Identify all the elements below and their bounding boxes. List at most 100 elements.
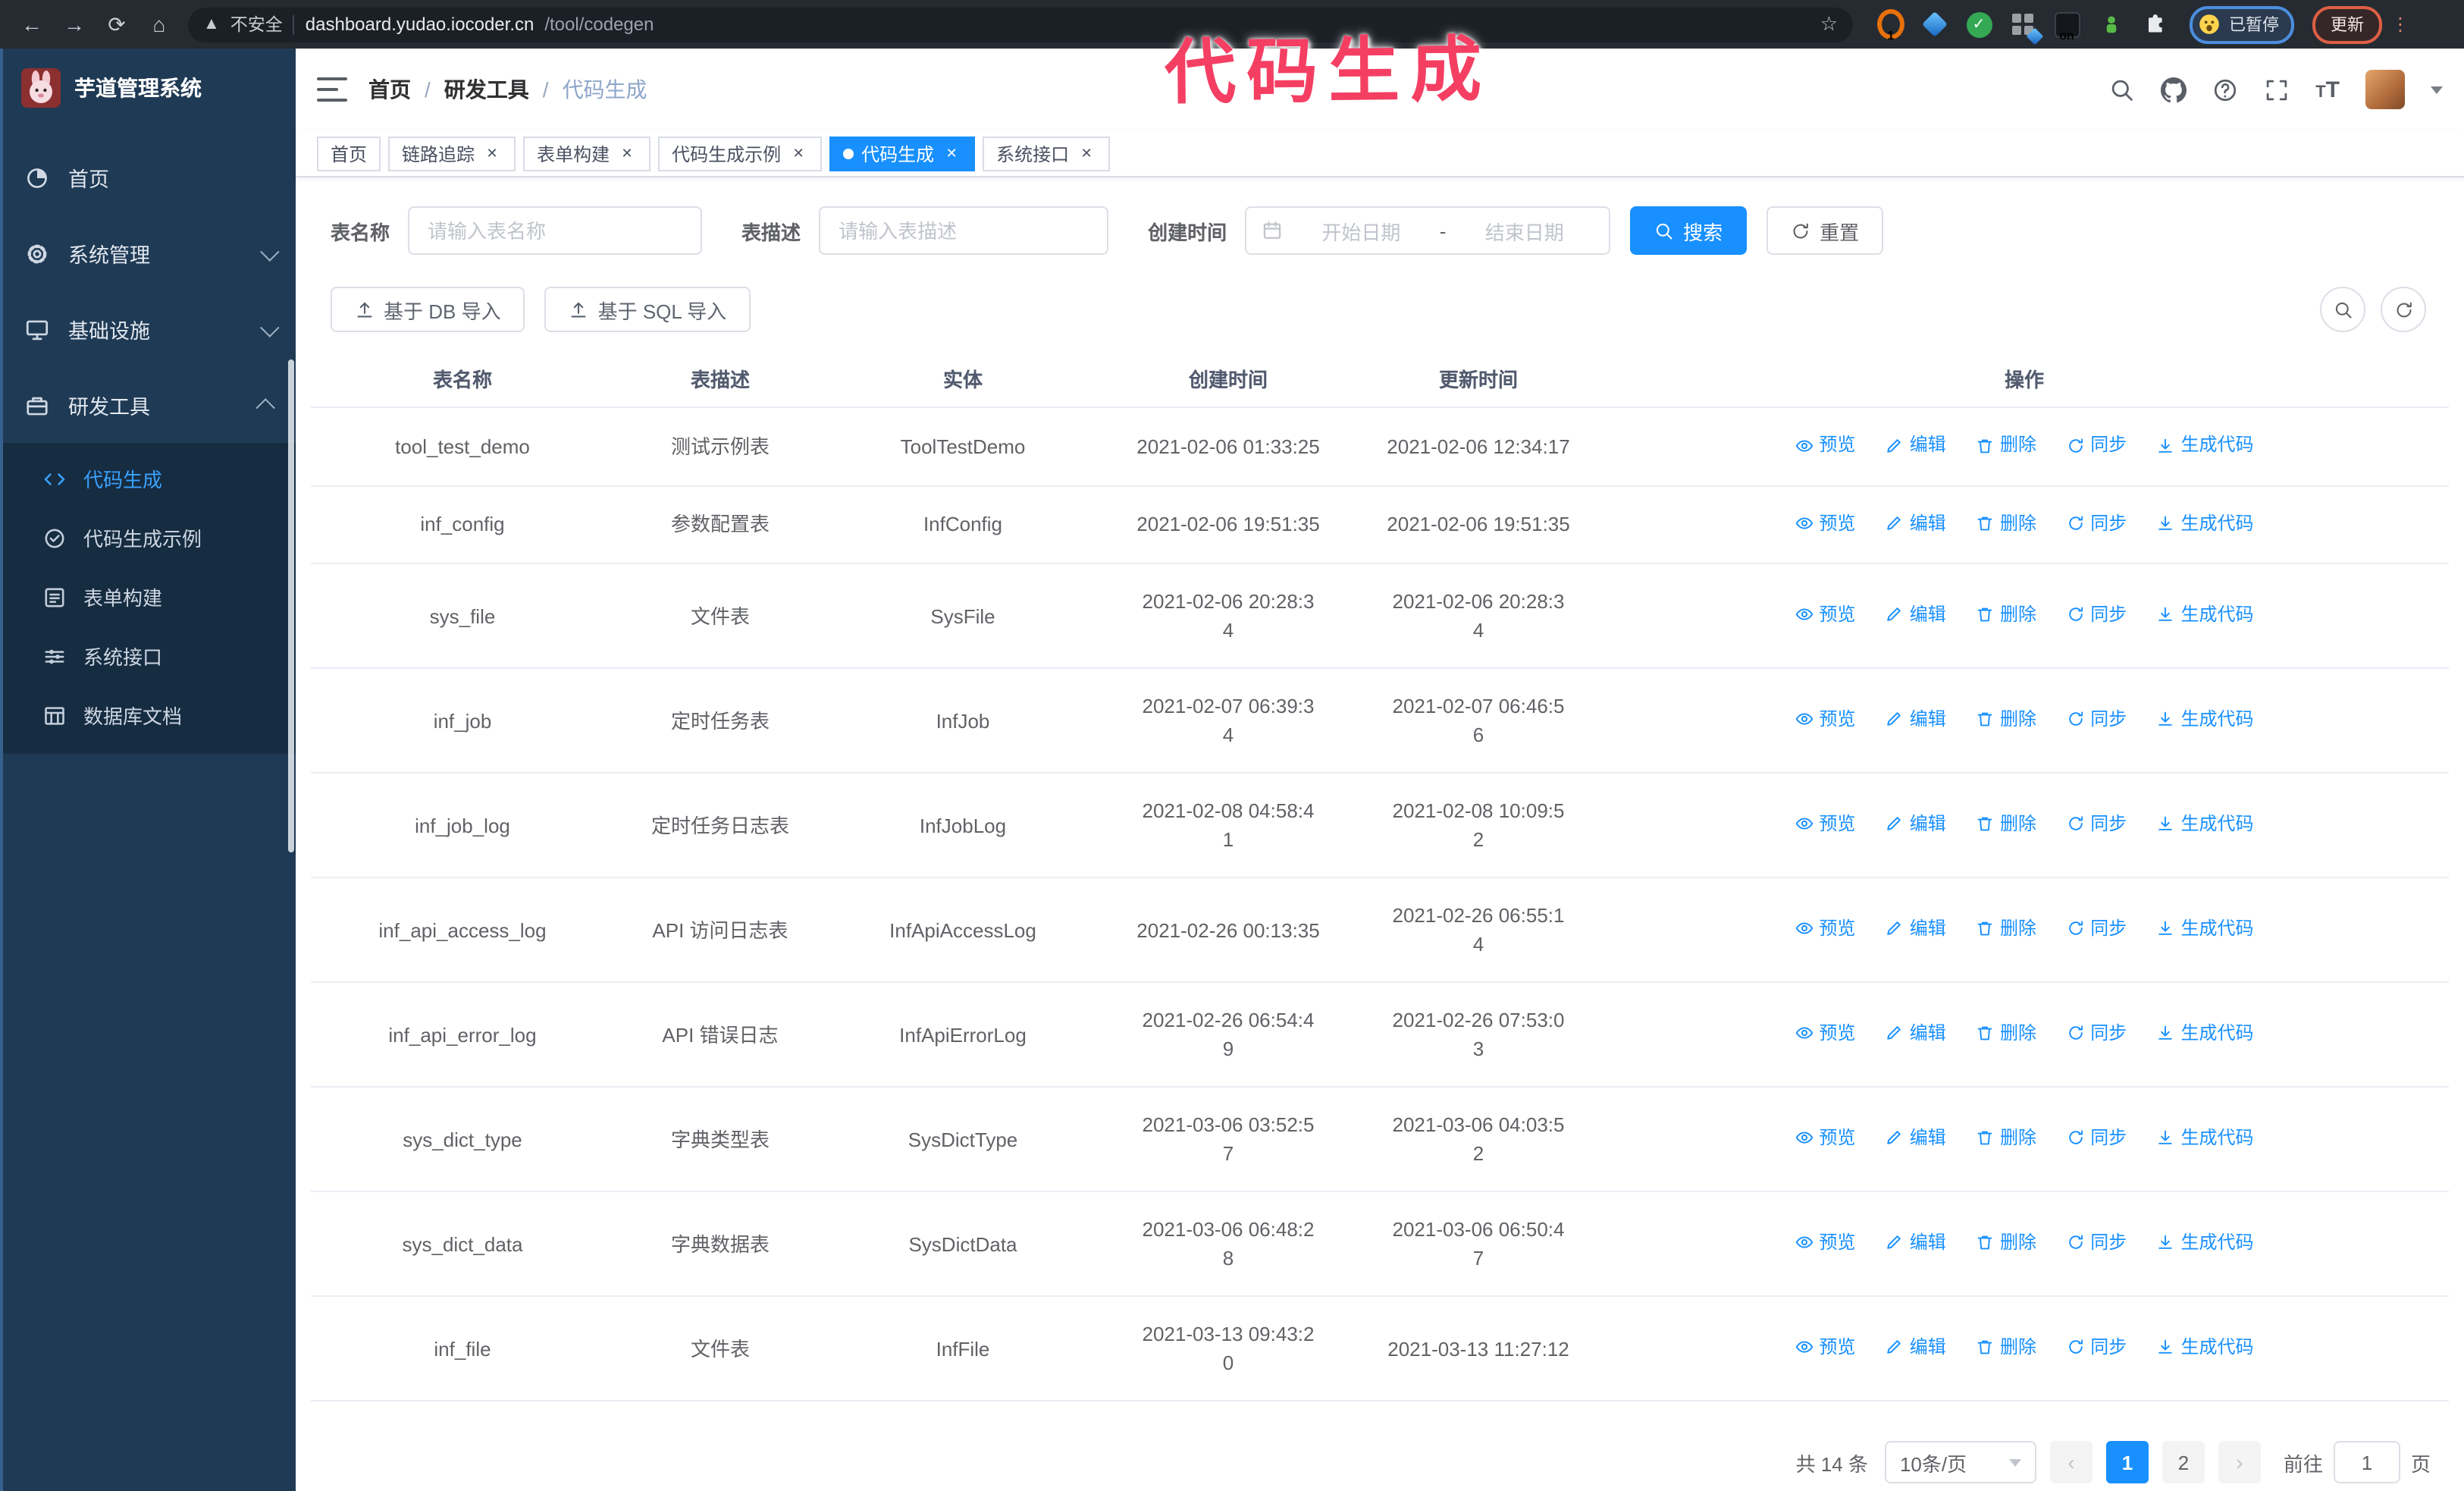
extension-orange-icon[interactable]: 1 xyxy=(1877,9,1904,42)
extension-gem-icon[interactable] xyxy=(1921,11,1948,38)
github-icon[interactable] xyxy=(2161,77,2187,102)
edit-link[interactable]: 编辑 xyxy=(1886,1124,1946,1153)
browser-reload-icon[interactable]: ⟳ xyxy=(97,5,136,44)
preview-link[interactable]: 预览 xyxy=(1795,601,1855,629)
sync-link[interactable]: 同步 xyxy=(2066,1333,2127,1362)
sidebar-item-form-builder[interactable]: 表单构建 xyxy=(3,567,296,626)
extension-on-icon[interactable]: on xyxy=(2053,11,2080,42)
browser-profile-chip[interactable]: 已暂停 xyxy=(2190,5,2294,43)
view-tab[interactable]: 首页 ✕ xyxy=(317,136,381,171)
prev-page-button[interactable]: ‹ xyxy=(2049,1441,2093,1483)
preview-link[interactable]: 预览 xyxy=(1795,509,1855,538)
delete-link[interactable]: 删除 xyxy=(1976,1333,2036,1362)
close-icon[interactable]: ✕ xyxy=(1077,143,1096,163)
close-icon[interactable]: ✕ xyxy=(482,143,502,163)
browser-back-icon[interactable]: ← xyxy=(12,5,52,44)
delete-link[interactable]: 删除 xyxy=(1976,431,2036,460)
table-desc-input[interactable] xyxy=(819,206,1109,255)
generate-code-link[interactable]: 生成代码 xyxy=(2157,1229,2254,1257)
generate-code-link[interactable]: 生成代码 xyxy=(2157,1019,2254,1048)
browser-update-button[interactable]: 更新 xyxy=(2312,5,2382,43)
font-size-icon[interactable]: TT xyxy=(2315,78,2340,101)
delete-link[interactable]: 删除 xyxy=(1976,705,2036,734)
avatar-caret-icon[interactable] xyxy=(2431,86,2443,93)
edit-link[interactable]: 编辑 xyxy=(1886,509,1946,538)
preview-link[interactable]: 预览 xyxy=(1795,915,1855,943)
delete-link[interactable]: 删除 xyxy=(1976,810,2036,839)
sync-link[interactable]: 同步 xyxy=(2066,915,2127,943)
extension-grid-icon[interactable] xyxy=(2009,11,2044,46)
bookmark-star-icon[interactable]: ☆ xyxy=(1820,12,1838,36)
edit-link[interactable]: 编辑 xyxy=(1886,915,1946,943)
extensions-puzzle-icon[interactable] xyxy=(2141,11,2168,38)
page-number-button[interactable]: 1 xyxy=(2105,1441,2149,1483)
delete-link[interactable]: 删除 xyxy=(1976,1229,2036,1257)
close-icon[interactable]: ✕ xyxy=(942,143,961,163)
db-import-button[interactable]: 基于 DB 导入 xyxy=(331,287,525,332)
security-warning-icon[interactable]: ▲ xyxy=(203,15,220,33)
view-tab[interactable]: 表单构建 ✕ xyxy=(523,136,651,171)
table-name-input[interactable] xyxy=(408,206,703,255)
view-tab[interactable]: 代码生成 ✕ xyxy=(829,136,976,171)
avatar[interactable] xyxy=(2365,70,2405,109)
sidebar-item-home[interactable]: 首页 xyxy=(3,140,296,215)
edit-link[interactable]: 编辑 xyxy=(1886,1019,1946,1048)
preview-link[interactable]: 预览 xyxy=(1795,1333,1855,1362)
page-size-select[interactable]: 10条/页 xyxy=(1884,1441,2036,1483)
preview-link[interactable]: 预览 xyxy=(1795,431,1855,460)
generate-code-link[interactable]: 生成代码 xyxy=(2157,1333,2254,1362)
address-bar[interactable]: ▲ 不安全 dashboard.yudao.iocoder.cn/tool/co… xyxy=(188,7,1853,42)
sidebar-item-system-management[interactable]: 系统管理 xyxy=(3,215,296,291)
search-button[interactable]: 搜索 xyxy=(1630,206,1748,255)
edit-link[interactable]: 编辑 xyxy=(1886,431,1946,460)
sql-import-button[interactable]: 基于 SQL 导入 xyxy=(544,287,751,332)
generate-code-link[interactable]: 生成代码 xyxy=(2157,509,2254,538)
generate-code-link[interactable]: 生成代码 xyxy=(2157,431,2254,460)
browser-forward-icon[interactable]: → xyxy=(55,5,94,44)
sidebar-item-system-api[interactable]: 系统接口 xyxy=(3,626,296,686)
generate-code-link[interactable]: 生成代码 xyxy=(2157,810,2254,839)
delete-link[interactable]: 删除 xyxy=(1976,601,2036,629)
edit-link[interactable]: 编辑 xyxy=(1886,601,1946,629)
next-page-button[interactable]: › xyxy=(2218,1441,2261,1483)
edit-link[interactable]: 编辑 xyxy=(1886,810,1946,839)
end-date-placeholder[interactable]: 结束日期 xyxy=(1455,216,1594,245)
edit-link[interactable]: 编辑 xyxy=(1886,705,1946,734)
sync-link[interactable]: 同步 xyxy=(2066,1019,2127,1048)
close-icon[interactable]: ✕ xyxy=(617,143,637,163)
sidebar-logo[interactable]: 芋道管理系统 xyxy=(3,49,296,127)
sidebar-item-infrastructure[interactable]: 基础设施 xyxy=(3,291,296,367)
start-date-placeholder[interactable]: 开始日期 xyxy=(1292,216,1431,245)
generate-code-link[interactable]: 生成代码 xyxy=(2157,705,2254,734)
sync-link[interactable]: 同步 xyxy=(2066,705,2127,734)
preview-link[interactable]: 预览 xyxy=(1795,705,1855,734)
view-tab[interactable]: 代码生成示例 ✕ xyxy=(658,136,823,171)
extension-bot-icon[interactable] xyxy=(2097,11,2124,38)
edit-link[interactable]: 编辑 xyxy=(1886,1333,1946,1362)
edit-link[interactable]: 编辑 xyxy=(1886,1229,1946,1257)
generate-code-link[interactable]: 生成代码 xyxy=(2157,601,2254,629)
sidebar-item-codegen-example[interactable]: 代码生成示例 xyxy=(3,508,296,567)
view-tab[interactable]: 系统接口 ✕ xyxy=(983,136,1111,171)
close-icon[interactable]: ✕ xyxy=(788,143,808,163)
browser-home-icon[interactable]: ⌂ xyxy=(140,5,179,44)
preview-link[interactable]: 预览 xyxy=(1795,810,1855,839)
sync-link[interactable]: 同步 xyxy=(2066,1229,2127,1257)
sidebar-item-codegen[interactable]: 代码生成 xyxy=(3,449,296,508)
toggle-search-button[interactable] xyxy=(2320,287,2365,332)
sync-link[interactable]: 同步 xyxy=(2066,1124,2127,1153)
delete-link[interactable]: 删除 xyxy=(1976,509,2036,538)
browser-menu-icon[interactable]: ⋮ xyxy=(2391,15,2409,33)
sync-link[interactable]: 同步 xyxy=(2066,431,2127,460)
delete-link[interactable]: 删除 xyxy=(1976,1124,2036,1153)
page-number-button[interactable]: 2 xyxy=(2161,1441,2205,1483)
sidebar-item-db-doc[interactable]: 数据库文档 xyxy=(3,686,296,745)
generate-code-link[interactable]: 生成代码 xyxy=(2157,1124,2254,1153)
goto-page-input[interactable] xyxy=(2333,1441,2400,1483)
search-icon[interactable] xyxy=(2109,77,2135,102)
breadcrumb-home[interactable]: 首页 xyxy=(368,74,411,105)
sync-link[interactable]: 同步 xyxy=(2066,810,2127,839)
generate-code-link[interactable]: 生成代码 xyxy=(2157,915,2254,943)
sidebar-item-dev-tools[interactable]: 研发工具 xyxy=(3,367,296,443)
refresh-table-button[interactable] xyxy=(2381,287,2426,332)
